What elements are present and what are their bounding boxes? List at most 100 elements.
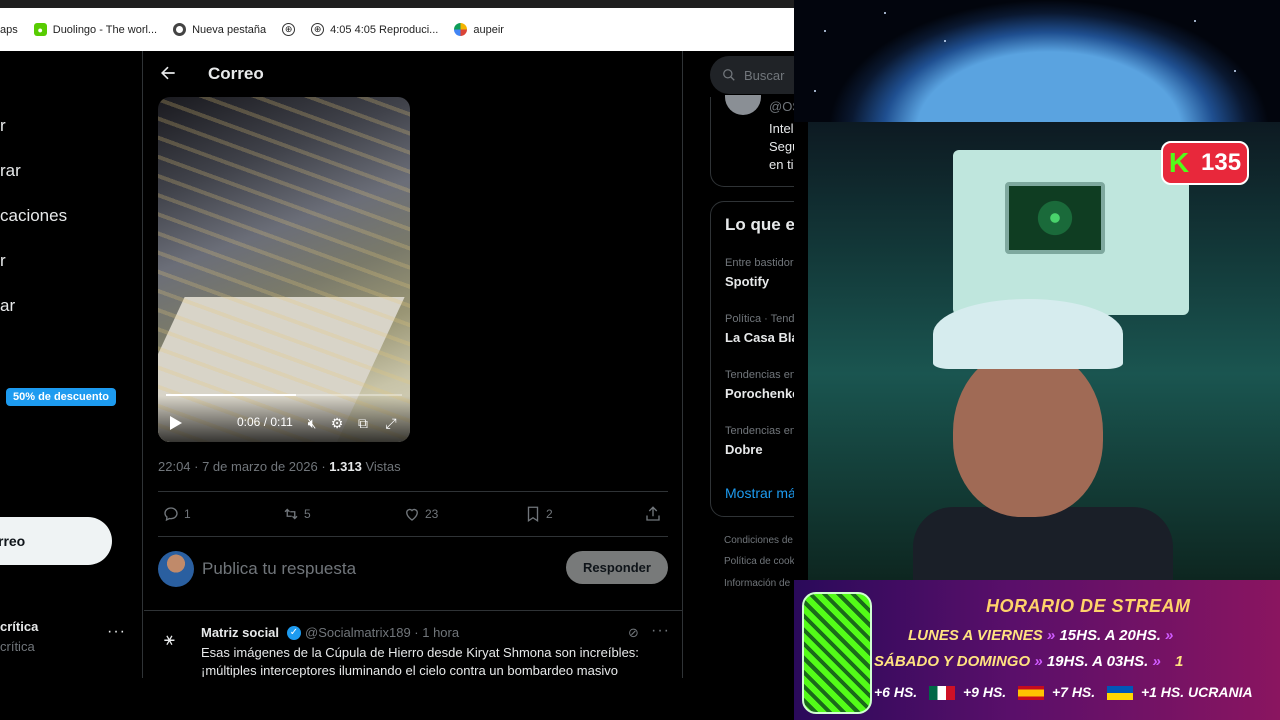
fullscreen-icon[interactable]: ⤢: [383, 415, 399, 431]
reply-button[interactable]: 1: [162, 505, 191, 523]
trend-category: Tendencias en U: [725, 369, 794, 381]
mute-icon[interactable]: 🔇︎: [304, 415, 320, 431]
schedule-extra-mark: 1: [1174, 653, 1184, 670]
streamer: [913, 299, 1173, 580]
stream-schedule-banner: HORARIO DE STREAM LUNES A VIERNES » 15HS…: [794, 580, 1280, 720]
mexico-flag-icon: [929, 686, 956, 701]
show-more-link[interactable]: Mostrar más: [725, 485, 794, 501]
account-name[interactable]: crítica: [0, 619, 38, 634]
suggested-handle[interactable]: @OS: [769, 99, 794, 114]
globe-icon: ⊕: [282, 23, 296, 36]
verified-badge-icon: ✓: [287, 626, 301, 640]
trend-category: Política · Tender: [725, 313, 794, 325]
trend-item[interactable]: Spotify: [725, 274, 769, 289]
bookmark-globe[interactable]: ⊕: [282, 23, 296, 36]
post-actions: 1 5 23 2: [158, 491, 668, 537]
schedule-time: 19HS. A 03HS.: [1046, 653, 1149, 670]
star: [1234, 70, 1236, 72]
bookmark-new-tab[interactable]: Nueva pestaña: [173, 23, 266, 36]
trend-item[interactable]: Dobre: [725, 442, 763, 457]
nav-item-messages[interactable]: r: [0, 251, 6, 271]
footer-link-terms[interactable]: Condiciones de se: [724, 535, 794, 546]
reply-submit-button[interactable]: Responder: [566, 551, 668, 584]
repost-icon: [284, 508, 298, 520]
nav-item-label: r: [0, 116, 6, 135]
author-name[interactable]: Matriz social: [201, 625, 279, 640]
bookmark-button[interactable]: 2: [524, 505, 553, 523]
account-more-button[interactable]: ···: [107, 623, 126, 641]
post-datetime[interactable]: 22:04 · 7 de marzo de 2026 ·: [158, 459, 329, 474]
bookmark-label: aupeir: [473, 23, 504, 36]
heart-icon: [406, 508, 418, 521]
matrix-logo-icon[interactable]: ⚹: [164, 629, 188, 653]
streamer-cap: [933, 299, 1123, 369]
account-handle: crítica: [0, 639, 35, 654]
bookmark-duolingo[interactable]: ● Duolingo - The worl...: [33, 23, 157, 36]
author-handle[interactable]: @Socialmatrix189 · 1 hora: [305, 625, 459, 640]
trend-item[interactable]: Porochenko: [725, 386, 794, 401]
search-input[interactable]: Buscar: [710, 56, 794, 94]
schedule-time: 15HS. A 20HS.: [1059, 627, 1161, 644]
avatar[interactable]: [158, 551, 194, 587]
bookmark-count: 2: [546, 507, 553, 521]
trend-item[interactable]: La Casa Blanc: [725, 330, 794, 345]
schedule-title: HORARIO DE STREAM: [986, 596, 1191, 616]
avatar[interactable]: [725, 95, 761, 115]
pinwheel-icon: [454, 23, 468, 36]
star: [814, 90, 816, 92]
bookmark-playback[interactable]: ⊕ 4:05 4:05 Reproduci...: [311, 23, 438, 36]
back-arrow-icon[interactable]: [158, 63, 178, 83]
reply-composer: Publica tu respuesta Responder: [158, 551, 668, 591]
bookmark-label: 4:05 4:05 Reproduci...: [330, 23, 439, 36]
nav-item-label: caciones: [0, 206, 68, 225]
nav-item-search[interactable]: r: [0, 116, 6, 136]
viewer-count: 135: [1201, 149, 1242, 176]
search-icon: [723, 69, 735, 81]
nav-item-label: r: [0, 251, 6, 270]
footer-link-info[interactable]: Información de: [724, 578, 790, 589]
reply-input[interactable]: Publica tu respuesta: [202, 559, 356, 579]
globe-icon: ⊕: [311, 23, 325, 36]
streamer-shirt: [913, 507, 1173, 580]
search-placeholder: Buscar: [744, 67, 785, 83]
play-icon[interactable]: [170, 416, 182, 430]
pip-icon[interactable]: ⧉: [355, 415, 371, 431]
nav-item-grok[interactable]: ar: [0, 296, 15, 316]
footer-link-cookies[interactable]: Política de cookies: [724, 556, 794, 567]
suggested-bio: Intelig Seguin en tien: [769, 121, 794, 172]
repost-count: 5: [304, 507, 311, 521]
kick-logo-icon: K: [1168, 147, 1190, 178]
bookmark-apps[interactable]: aps: [0, 24, 18, 36]
video-player[interactable]: 0:06 / 0:11 🔇︎ ⚙ ⧉ ⤢: [158, 97, 410, 442]
views-label: Vistas: [361, 459, 401, 474]
video-progress-fill: [166, 394, 296, 396]
timezone-offset: +6 HS.: [874, 684, 918, 700]
settings-icon[interactable]: ⚙: [329, 415, 345, 431]
schedule-row-weekdays: LUNES A VIERNES » 15HS. A 20HS. »: [908, 627, 1173, 644]
star: [944, 40, 946, 42]
nav-item-notifications[interactable]: caciones: [0, 206, 67, 226]
chrome-icon: [173, 23, 187, 36]
browser-viewport: r rar caciones r ar 50% de descuento rre…: [0, 51, 794, 678]
kick-logo-icon: [802, 592, 872, 714]
nav-item-explore[interactable]: rar: [0, 161, 21, 181]
next-post[interactable]: ⚹ Matriz social ✓ @Socialmatrix189 · 1 h…: [144, 610, 683, 678]
chevron-right-icon: »: [1165, 627, 1174, 644]
promo-badge[interactable]: 50% de descuento: [6, 388, 116, 406]
post-button[interactable]: rreo: [0, 517, 112, 565]
bookmark-aupeir[interactable]: aupeir: [454, 23, 504, 36]
post-more-button[interactable]: ···: [651, 622, 670, 640]
video-progress-bar[interactable]: [166, 394, 402, 396]
post-button-label: rreo: [0, 533, 26, 549]
share-button[interactable]: [644, 505, 662, 523]
bookmark-label: Nueva pestaña: [192, 23, 267, 36]
star: [824, 30, 826, 32]
post-header: Correo: [144, 51, 683, 97]
nav-item-label: rar: [0, 161, 21, 180]
like-button[interactable]: 23: [403, 505, 438, 523]
grok-icon[interactable]: ⊘: [628, 625, 639, 641]
repost-button[interactable]: 5: [282, 505, 311, 523]
screen: aps ● Duolingo - The worl... Nueva pesta…: [0, 0, 1280, 720]
video-frame: [158, 97, 410, 442]
chevron-right-icon: »: [1152, 653, 1161, 670]
